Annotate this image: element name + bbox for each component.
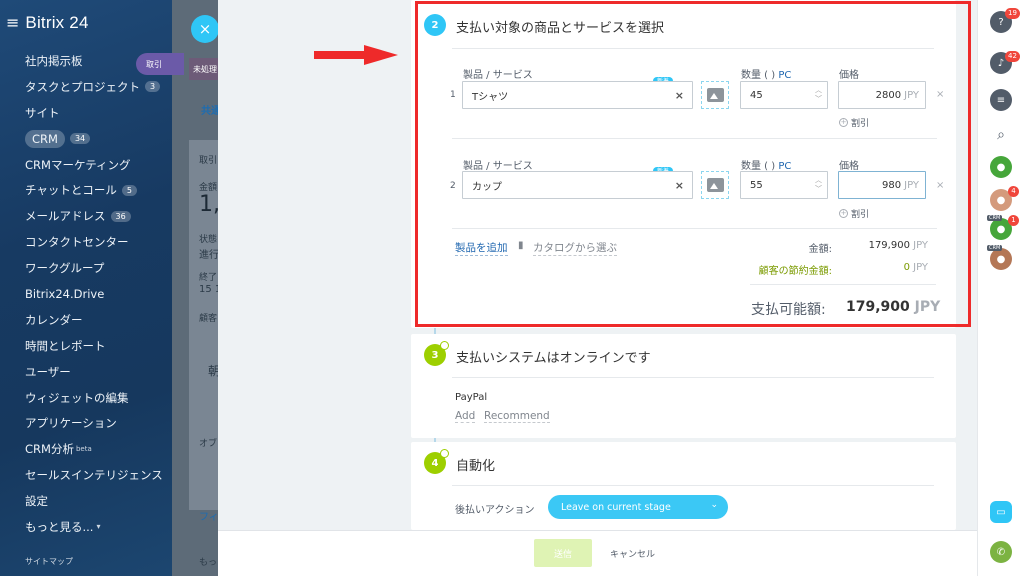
notification-badge: 42 (1005, 51, 1020, 62)
sidebar-item-label: 設定 (25, 494, 48, 509)
sidebar-item-label: ワークグループ (25, 261, 105, 276)
background-text: 顧客 (199, 314, 218, 324)
sidebar-item-sites[interactable]: サイト (0, 100, 172, 126)
sidebar-item-label: タスクとプロジェクト (25, 79, 140, 94)
recommend-link[interactable]: Recommend (484, 410, 550, 423)
action-label: 後払いアクション (455, 505, 535, 516)
sidebar-item-widgets[interactable]: ウィジェットの編集 (0, 385, 172, 411)
chevron-down-icon: ⌄ (710, 500, 718, 510)
screen-share-icon[interactable]: ▭ (990, 501, 1012, 523)
sidebar-menu: 社内掲示板 タスクとプロジェクト 3 サイト CRM 34 CRMマーケティング チ… (0, 48, 172, 540)
step4-number: 4 (424, 449, 449, 474)
sidebar-item-time-reports[interactable]: 時間とレポート (0, 333, 172, 359)
sidebar-item-mail[interactable]: メールアドレス 36 (0, 203, 172, 229)
sidebar-item-users[interactable]: ユーザー (0, 359, 172, 385)
sidebar-item-crm-analytics[interactable]: CRM分析 beta (0, 436, 172, 462)
count-badge: 34 (69, 133, 91, 145)
action-select[interactable]: Leave on current stage ⌄ (548, 495, 728, 519)
sidebar-item-label: もっと見る... (25, 519, 94, 534)
chevron-down-icon: ▾ (96, 522, 101, 532)
background-text: 状態 (199, 235, 218, 245)
sidebar-item-label: ユーザー (25, 364, 71, 379)
chat-icon[interactable]: ≡ (990, 89, 1012, 111)
background-text: 取引 (199, 156, 218, 166)
sidebar-item-sales-intelligence[interactable]: セールスインテリジェンス (0, 462, 172, 488)
sidebar-item-label: Bitrix24.Drive (25, 286, 105, 301)
right-panel: ? 19 ♪ 42 ≡ ⌕ ● ● 4 ● CRM 1 ● CRM ▭ ✆ (977, 0, 1024, 576)
crm-tag: CRM (987, 245, 1003, 251)
avatar-badge: 1 (1008, 215, 1019, 226)
sidebar-item-settings[interactable]: 設定 (0, 488, 172, 514)
background-text: オブ (199, 439, 218, 449)
divider (452, 377, 934, 378)
sidebar-item-label: カレンダー (25, 312, 83, 327)
sidebar-item-drive[interactable]: Bitrix24.Drive (0, 281, 172, 307)
send-button[interactable]: 送信 (534, 539, 592, 567)
background-amount: 1, (199, 192, 220, 217)
sidebar-item-label: コンタクトセンター (25, 235, 129, 250)
background-text: 進行 (199, 250, 219, 261)
payment-system[interactable]: PayPal (455, 392, 487, 403)
background-link: フィ (199, 512, 219, 523)
deal-pill[interactable]: 取引 (136, 53, 184, 75)
check-icon (440, 341, 449, 350)
check-icon (440, 449, 449, 458)
sidebar-item-calendar[interactable]: カレンダー (0, 307, 172, 333)
sidebar-item-applications[interactable]: アプリケーション (0, 410, 172, 436)
sidebar-item-tasks[interactable]: タスクとプロジェクト 3 (0, 74, 172, 100)
sitemap-link[interactable]: サイトマップ (25, 556, 73, 567)
sidebar-item-label: チャットとコール (25, 183, 117, 198)
cancel-button[interactable]: キャンセル (610, 539, 655, 567)
pointer-arrow-icon (314, 45, 398, 65)
sidebar-item-label: メールアドレス (25, 209, 106, 224)
avatar[interactable]: ● (990, 248, 1012, 270)
sidebar-item-crm[interactable]: CRM 34 (0, 126, 172, 152)
logo-row: ≡ Bitrix 24 (6, 13, 89, 33)
search-icon[interactable]: ⌕ (990, 124, 1012, 146)
count-badge: 36 (110, 210, 131, 222)
left-sidebar: ≡ Bitrix 24 社内掲示板 タスクとプロジェクト 3 サイト CRM 34 … (0, 0, 172, 576)
phone-icon[interactable]: ✆ (990, 541, 1012, 563)
footer-bar: 送信 キャンセル (218, 530, 977, 576)
sidebar-item-label: 時間とレポート (25, 338, 106, 353)
logo[interactable]: Bitrix 24 (25, 13, 88, 33)
menu-burger-icon[interactable]: ≡ (6, 15, 19, 31)
sidebar-item-crm-marketing[interactable]: CRMマーケティング (0, 152, 172, 178)
avatar[interactable]: ● (990, 156, 1012, 178)
sidebar-item-label: CRM分析 (25, 442, 74, 457)
help-badge: 19 (1005, 8, 1020, 19)
sidebar-item-label: アプリケーション (25, 416, 117, 431)
sidebar-item-chat[interactable]: チャットとコール 5 (0, 177, 172, 203)
sidebar-item-label: 社内掲示板 (25, 53, 83, 68)
background-text: 終了 (199, 273, 218, 283)
sidebar-item-label: セールスインテリジェンス (25, 468, 163, 483)
sidebar-item-workgroups[interactable]: ワークグループ (0, 255, 172, 281)
step3-title: 支払いシステムはオンラインです (456, 351, 651, 366)
divider (452, 485, 934, 486)
avatar-badge: 4 (1008, 186, 1019, 197)
sidebar-item-label: CRM (25, 129, 65, 148)
sidebar-item-contact-center[interactable]: コンタクトセンター (0, 229, 172, 255)
step3-number: 3 (424, 341, 449, 366)
sidebar-item-label: ウィジェットの編集 (25, 390, 129, 405)
add-link[interactable]: Add (455, 410, 476, 423)
step4-title: 自動化 (456, 459, 496, 474)
beta-tag: beta (75, 445, 92, 454)
close-icon: × (198, 20, 212, 38)
highlight-frame (415, 1, 971, 327)
close-slider-button[interactable]: × (191, 15, 219, 43)
count-badge: 3 (145, 81, 161, 93)
count-badge: 5 (121, 184, 137, 196)
sidebar-item-more[interactable]: もっと見る... ▾ (0, 514, 172, 540)
crm-tag: CRM (987, 215, 1003, 221)
sidebar-item-label: CRMマーケティング (25, 157, 131, 172)
sidebar-item-label: サイト (25, 105, 60, 120)
